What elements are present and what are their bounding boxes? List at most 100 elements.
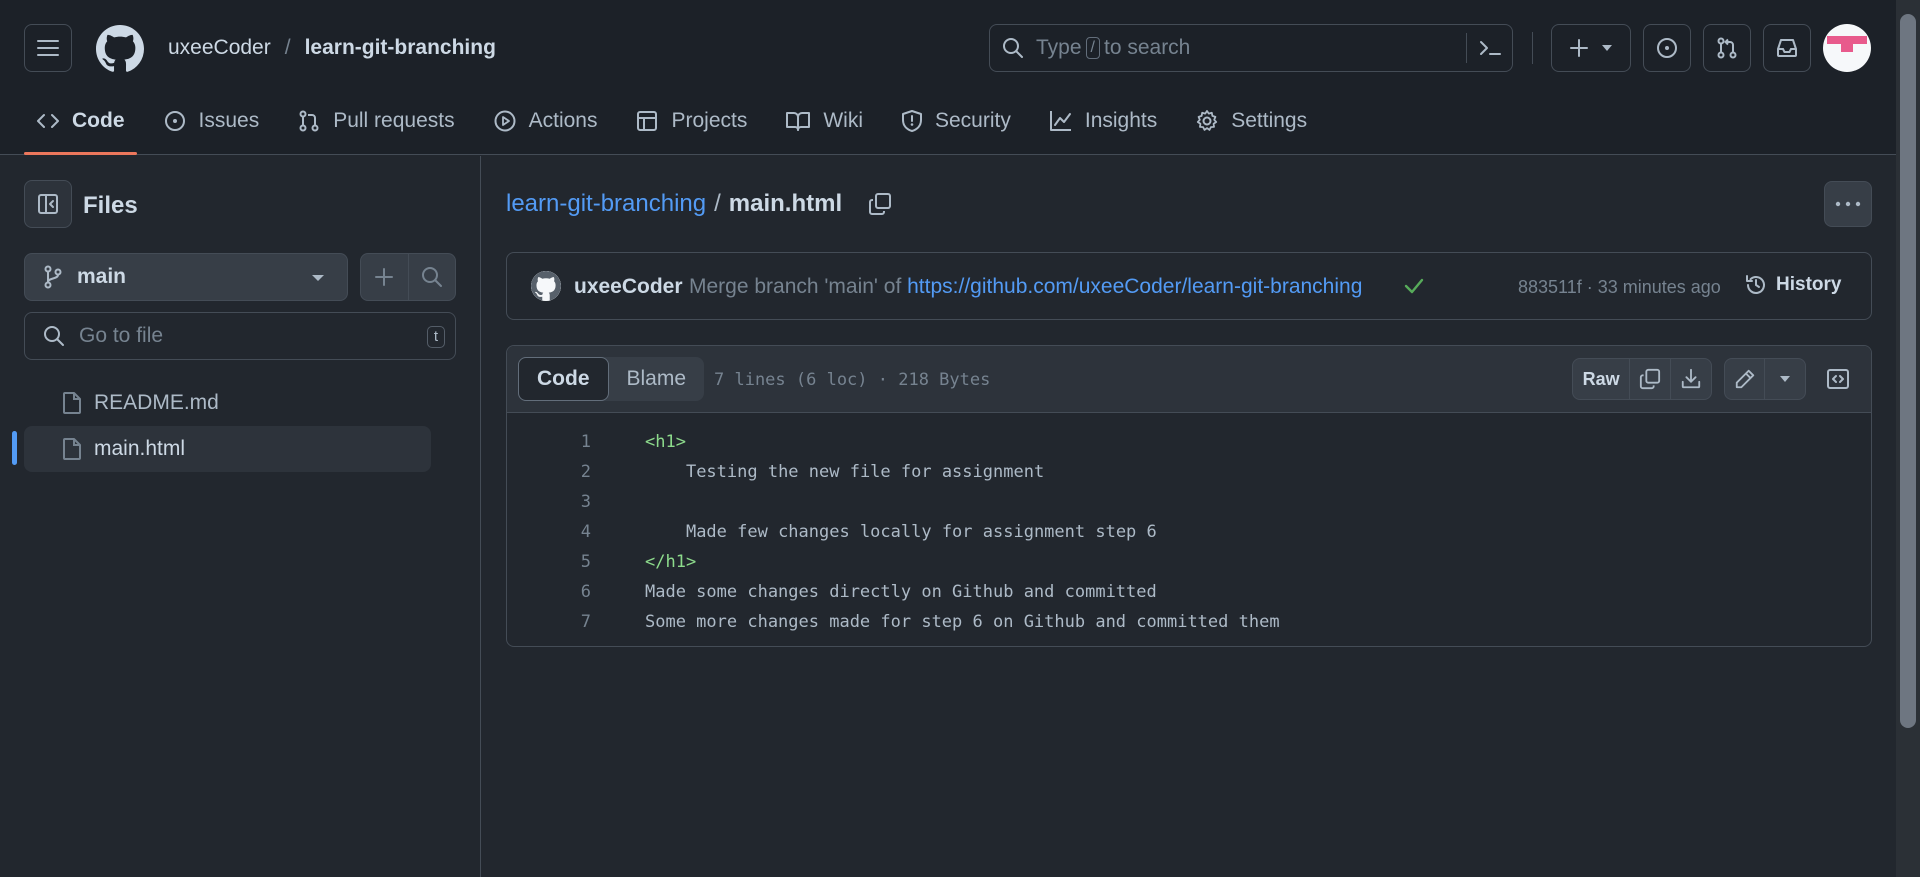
tab-label: Projects [671,109,748,132]
branch-selector-button[interactable]: main [24,253,348,301]
copy-icon [1639,368,1660,390]
tab-issues[interactable]: Issues [151,100,272,142]
git-pull-request-icon [1717,37,1737,59]
create-new-button[interactable] [1551,24,1631,72]
tab-label: Insights [1084,109,1158,132]
history-button[interactable]: History [1744,273,1841,297]
tab-wiki[interactable]: Wiki [773,100,875,142]
go-to-file-placeholder: Go to file [79,324,164,347]
symbols-panel-button[interactable] [1817,358,1859,400]
line-content: Made few changes locally for assignment … [591,522,1157,542]
tab-label: Code [72,109,125,132]
tab-security[interactable]: Security [889,100,1023,142]
edit-dropdown-button[interactable] [1765,359,1805,399]
commit-author-avatar[interactable] [531,271,561,301]
blame-view-button[interactable]: Blame [609,357,705,401]
file-icon [63,438,81,460]
commit-author-link[interactable]: uxeeCoder [574,275,683,299]
gear-icon [1197,110,1218,131]
tab-projects[interactable]: Projects [623,100,759,142]
code-view-button[interactable]: Code [518,357,609,401]
hamburger-menu-button[interactable] [24,24,72,72]
shield-icon [902,110,922,132]
search-divider [1466,33,1467,63]
line-content: <h1> [591,432,686,452]
line-content: Testing the new file for assignment [591,462,1044,482]
tab-settings[interactable]: Settings [1183,100,1319,142]
global-search-input[interactable]: Type / to search [989,24,1513,72]
repo-owner-link[interactable]: uxeeCoder [168,36,271,60]
code-line: 1 <h1> [507,427,1871,457]
more-options-button[interactable] [1824,181,1872,227]
files-title: Files [83,192,138,219]
kebab-horizontal-icon [1835,201,1861,207]
file-info: 7 lines (6 loc) · 218 Bytes [714,370,991,390]
file-name: main.html [94,437,186,460]
line-number[interactable]: 1 [507,432,591,452]
commit-sha-time[interactable]: 883511f · 33 minutes ago [1518,277,1721,298]
file-tree-item-readme[interactable]: README.md [24,380,431,426]
go-to-file-input[interactable]: Go to file t [24,312,456,360]
triangle-down-icon [1780,376,1790,382]
tab-pull-requests[interactable]: Pull requests [285,100,466,142]
code-icon [37,114,59,128]
history-icon [1746,275,1765,294]
issue-opened-icon [1657,38,1677,58]
line-number[interactable]: 3 [507,492,591,512]
add-file-button[interactable] [361,254,409,300]
file-name: README.md [94,391,219,414]
check-icon[interactable] [1403,275,1425,297]
sidebar-collapse-icon [38,194,58,214]
search-code-button[interactable] [409,254,456,300]
triangle-down-icon [1602,45,1612,51]
book-icon [786,112,811,131]
html-tag: </h1> [645,552,697,572]
command-palette-icon[interactable] [1478,38,1502,58]
line-number[interactable]: 5 [507,552,591,572]
tab-code[interactable]: Code [24,100,137,155]
raw-copy-download-group: Raw [1572,358,1712,400]
user-avatar[interactable] [1823,24,1871,72]
search-icon [44,326,64,346]
tab-label: Actions [528,109,598,132]
github-logo-icon[interactable] [96,25,144,73]
line-text: Made some changes directly on Github and… [645,582,1157,602]
inbox-button[interactable] [1763,24,1811,72]
copy-raw-button[interactable] [1630,359,1671,399]
code-line: 4 Made few changes locally for assignmen… [507,517,1871,547]
git-pull-request-icon [299,110,319,132]
copy-path-icon[interactable] [868,192,892,216]
tab-insights[interactable]: Insights [1037,100,1169,142]
line-number[interactable]: 7 [507,612,591,632]
line-number[interactable]: 6 [507,582,591,602]
issue-opened-icon [164,111,185,131]
repo-path: uxeeCoder / learn-git-branching [168,36,496,60]
breadcrumb-repo-link[interactable]: learn-git-branching [506,190,706,218]
download-button[interactable] [1671,359,1711,399]
scrollbar-thumb[interactable] [1900,14,1916,728]
triangle-down-icon [312,275,324,281]
page-scrollbar[interactable] [1896,0,1920,877]
edit-file-button[interactable] [1725,359,1766,399]
commit-message-link[interactable]: https://github.com/uxeeCoder/learn-git-b… [907,275,1362,298]
line-text: Testing the new file for assignment [685,462,1045,482]
file-tree-sidebar: Files main Go to file t README.md main.h… [0,156,481,877]
file-tree-item-main-html[interactable]: main.html [24,426,431,472]
line-number[interactable]: 2 [507,462,591,482]
pull-requests-button[interactable] [1703,24,1751,72]
repo-name-link[interactable]: learn-git-branching [305,36,496,60]
line-number[interactable]: 4 [507,522,591,542]
history-label: History [1776,274,1842,295]
play-icon [494,110,516,132]
raw-button[interactable]: Raw [1573,359,1631,399]
collapse-sidebar-button[interactable] [24,180,72,228]
tab-actions[interactable]: Actions [481,100,610,142]
issues-button[interactable] [1643,24,1691,72]
tab-label: Issues [198,109,260,132]
tab-label: Security [935,109,1011,132]
code-line: 6 Made some changes directly on Github a… [507,577,1871,607]
search-placeholder-suffix: to search [1103,36,1191,59]
edit-group [1724,358,1806,400]
line-content: </h1> [591,552,696,572]
